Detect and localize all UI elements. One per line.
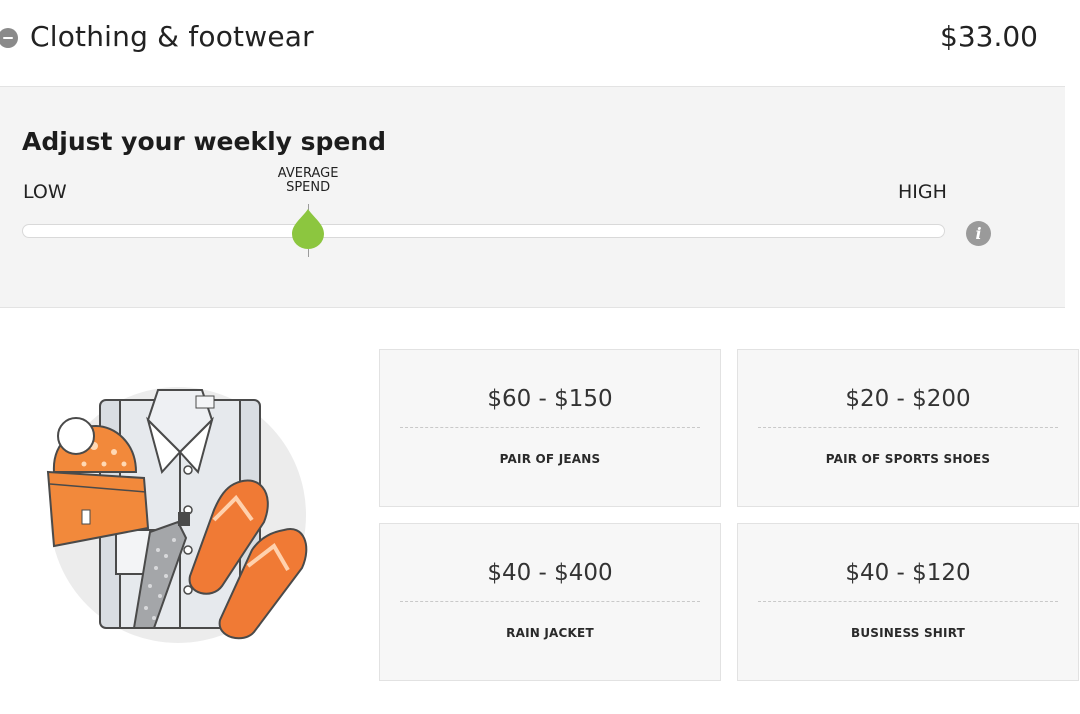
card-price: $60 - $150	[487, 386, 613, 412]
card-label: PAIR OF SPORTS SHOES	[825, 452, 991, 466]
spend-slider-track[interactable]	[22, 224, 945, 238]
card-divider	[758, 427, 1058, 428]
category-total: $33.00	[940, 20, 1038, 53]
spend-slider-thumb[interactable]	[290, 207, 326, 249]
card-label: BUSINESS SHIRT	[851, 626, 965, 640]
card-label: PAIR OF JEANS	[499, 452, 601, 466]
card-divider	[758, 601, 1058, 602]
spend-category-page: Clothing & footwear $33.00 Adjust your w…	[0, 0, 1080, 714]
category-title: Clothing & footwear	[30, 20, 314, 53]
card-label: RAIN JACKET	[506, 626, 594, 640]
average-label-line1: AVERAGE	[277, 166, 339, 181]
average-marker-bottom	[308, 249, 309, 257]
price-card-business-shirt[interactable]: $40 - $120 BUSINESS SHIRT	[737, 523, 1079, 681]
clothing-illustration-icon	[46, 387, 308, 643]
card-price: $20 - $200	[845, 386, 971, 412]
category-header: Clothing & footwear $33.00	[0, 0, 1065, 87]
card-price: $40 - $400	[487, 560, 613, 586]
collapse-minus-icon[interactable]	[0, 28, 18, 48]
card-divider	[400, 601, 700, 602]
adjust-spend-title: Adjust your weekly spend	[22, 127, 387, 156]
card-price: $40 - $120	[845, 560, 971, 586]
adjust-spend-panel: Adjust your weekly spend LOW HIGH AVERAG…	[0, 87, 1065, 308]
average-label-line2: SPEND	[286, 180, 331, 195]
slider-low-label: LOW	[23, 181, 67, 203]
average-spend-label: AVERAGE SPEND	[268, 167, 348, 195]
card-divider	[400, 427, 700, 428]
price-card-jeans[interactable]: $60 - $150 PAIR OF JEANS	[379, 349, 721, 507]
price-card-sports-shoes[interactable]: $20 - $200 PAIR OF SPORTS SHOES	[737, 349, 1079, 507]
slider-high-label: HIGH	[898, 181, 947, 203]
info-icon[interactable]: i	[966, 221, 991, 246]
price-card-rain-jacket[interactable]: $40 - $400 RAIN JACKET	[379, 523, 721, 681]
